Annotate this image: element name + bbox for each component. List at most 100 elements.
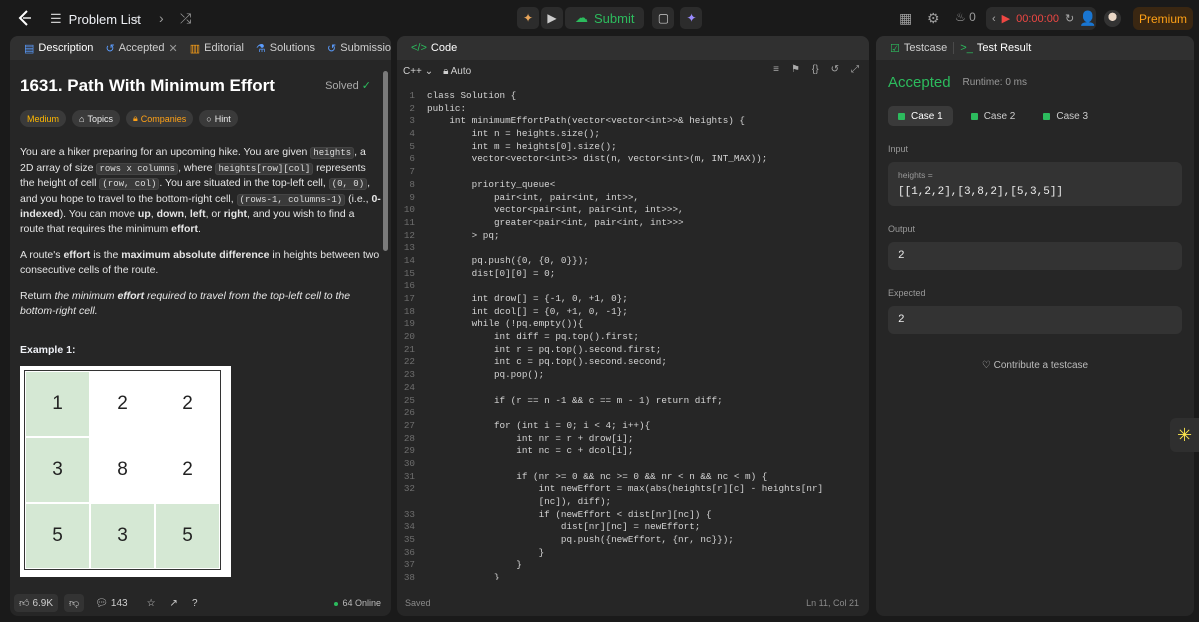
code-line[interactable]: 12 > pq;	[397, 230, 869, 243]
tab-description[interactable]: ▤ Description	[18, 36, 99, 60]
line-number: 6	[409, 153, 415, 165]
debug-button[interactable]: ✦	[517, 7, 539, 29]
code-line[interactable]: 9 pair<int, pair<int, int>>,	[397, 192, 869, 205]
line-number: 4	[409, 128, 415, 140]
code-line[interactable]: 7	[397, 166, 869, 179]
code-text: dist[0][0] = 0;	[427, 267, 556, 279]
code-text: if (nr >= 0 && nc >= 0 && nr < n && nc <…	[427, 470, 768, 482]
layout-icon[interactable]: ▦	[899, 10, 912, 27]
code-line[interactable]: 23 pq.pop();	[397, 369, 869, 382]
prev-problem-icon[interactable]: ‹	[134, 10, 139, 26]
tab-accepted[interactable]: ↺ Accepted ✕	[99, 36, 183, 60]
gear-icon[interactable]: ⚙	[927, 10, 940, 27]
reset-icon[interactable]: ↻	[1065, 12, 1074, 25]
code-text: int drow[] = {-1, 0, +1, 0};	[427, 293, 628, 304]
code-line[interactable]: 2 public:	[397, 103, 869, 116]
topics-button[interactable]: ⌂ Topics	[72, 110, 120, 127]
code-line[interactable]: 1 class Solution {	[397, 90, 869, 103]
tab-editorial[interactable]: ▥ Editorial	[184, 36, 250, 60]
shuffle-icon[interactable]: ⤮	[180, 10, 191, 27]
code-line[interactable]: 32 int newEffort = max(abs(heights[r][c]…	[397, 483, 869, 496]
code-line[interactable]: 18 int dcol[] = {0, +1, 0, -1};	[397, 306, 869, 319]
like-button[interactable]: 👍︎ 6.9K	[14, 594, 59, 612]
problem-list-button[interactable]: ☰ Problem List	[50, 11, 141, 27]
code-line[interactable]: 6 vector<vector<int>> dist(n, vector<int…	[397, 153, 869, 166]
language-select[interactable]: C++ ⌄	[403, 66, 433, 77]
code-line[interactable]: 28 int nr = r + drow[i];	[397, 433, 869, 446]
code-line[interactable]: 5 int m = heights[0].size();	[397, 141, 869, 154]
case-tab[interactable]: Case 1	[888, 106, 953, 126]
tab-code[interactable]: </> Code	[405, 36, 463, 60]
avatar[interactable]	[1104, 10, 1121, 27]
case-tab[interactable]: Case 3	[1033, 106, 1098, 126]
code-line[interactable]: 35 pq.push({newEffort, {nr, nc}});	[397, 534, 869, 547]
line-number: 23	[403, 369, 415, 381]
code-line[interactable]: [nc]), diff);	[397, 496, 869, 509]
tab-submissions[interactable]: ↺Submissions	[321, 36, 391, 60]
code-line[interactable]: 16	[397, 280, 869, 293]
braces-icon[interactable]: {}	[812, 64, 819, 75]
code-line[interactable]: 20 int diff = pq.top().first;	[397, 331, 869, 344]
notes-button[interactable]: ▢	[652, 7, 675, 29]
share-icon[interactable]: ↗	[170, 598, 178, 609]
code-line[interactable]: 19 while (!pq.empty()){	[397, 318, 869, 331]
bookmark-icon[interactable]: ⚑	[791, 64, 800, 75]
code-line[interactable]: 36 }	[397, 547, 869, 560]
case-tab[interactable]: Case 2	[961, 106, 1026, 126]
code-line[interactable]: 34 dist[nr][nc] = newEffort;	[397, 521, 869, 534]
code-line[interactable]: 17 int drow[] = {-1, 0, +1, 0};	[397, 293, 869, 306]
submit-button[interactable]: ☁ Submit	[565, 7, 645, 29]
solved-badge: Solved ✓	[325, 80, 371, 92]
tab-testcase[interactable]: ☑ Testcase	[884, 36, 953, 60]
code-line[interactable]: 3 int minimumEffortPath(vector<vector<in…	[397, 115, 869, 128]
dislike-button[interactable]: 👎︎	[64, 594, 85, 612]
code-line[interactable]: 8 priority_queue<	[397, 179, 869, 192]
add-user-icon[interactable]: 👤	[1079, 10, 1096, 27]
help-icon[interactable]: ?	[192, 598, 198, 609]
reset-icon[interactable]: ↺	[831, 64, 839, 75]
code-line[interactable]: 22 int c = pq.top().second.second;	[397, 356, 869, 369]
description-scrollbar[interactable]	[383, 71, 388, 251]
code-line[interactable]: 13	[397, 242, 869, 255]
grid-cell: 8	[90, 437, 155, 503]
code-line[interactable]: 21 int r = pq.top().second.first;	[397, 344, 869, 357]
code-line[interactable]: 31 if (nr >= 0 && nc >= 0 && nr < n && n…	[397, 471, 869, 484]
auto-mode[interactable]: 🔒︎ Auto	[443, 66, 471, 77]
tab-solutions[interactable]: ⚗ Solutions	[250, 36, 321, 60]
code-line[interactable]: 37 }	[397, 559, 869, 572]
line-number: 33	[403, 508, 415, 520]
sparkle-widget-button[interactable]: ✳	[1170, 418, 1199, 452]
code-line[interactable]: 30	[397, 458, 869, 471]
tab-test-result[interactable]: >_ Test Result	[954, 36, 1037, 60]
code-line[interactable]: 14 pq.push({0, {0, 0}});	[397, 255, 869, 268]
code-line[interactable]: 4 int n = heights.size();	[397, 128, 869, 141]
next-problem-icon[interactable]: ›	[159, 10, 164, 26]
run-button[interactable]: ▶	[541, 7, 563, 29]
star-icon[interactable]: ☆	[147, 598, 156, 609]
code-line[interactable]: 15 dist[0][0] = 0;	[397, 268, 869, 281]
leetcode-logo-icon[interactable]	[16, 9, 34, 27]
code-line[interactable]: 24	[397, 382, 869, 395]
contribute-testcase-button[interactable]: ♡ Contribute a testcase	[888, 360, 1182, 371]
code-line[interactable]: 10 vector<pair<int, pair<int, int>>>,	[397, 204, 869, 217]
code-line[interactable]: 33 if (newEffort < dist[nr][nc]) {	[397, 509, 869, 522]
code-line[interactable]: 29 int nc = c + dcol[i];	[397, 445, 869, 458]
code-line[interactable]: 25 if (r == n -1 && c == m - 1) return d…	[397, 395, 869, 408]
code-line[interactable]: 27 for (int i = 0; i < 4; i++){	[397, 420, 869, 433]
code-line[interactable]: 11 greater<pair<int, pair<int, int>>>	[397, 217, 869, 230]
code-line[interactable]: 38 }	[397, 572, 869, 580]
difficulty-badge[interactable]: Medium	[20, 110, 67, 127]
code-editor[interactable]: 1 class Solution {2 public: 3 int minimumEf…	[397, 90, 869, 580]
ai-button[interactable]: ✦	[680, 7, 703, 29]
close-icon[interactable]: ✕	[169, 42, 178, 55]
companies-button[interactable]: 🔒︎ Companies	[125, 110, 194, 127]
bug-icon: ✦	[522, 11, 534, 25]
streak-counter[interactable]: ♨ 0	[955, 10, 976, 24]
comments-button[interactable]: 💬︎ 143	[90, 594, 132, 612]
expand-icon[interactable]: ⤢	[851, 64, 859, 75]
code-text: }	[427, 572, 500, 580]
code-line[interactable]: 26	[397, 407, 869, 420]
premium-button[interactable]: Premium	[1133, 7, 1193, 30]
hint-button[interactable]: ○ Hint	[199, 110, 238, 127]
format-icon[interactable]: ≡	[773, 64, 779, 75]
